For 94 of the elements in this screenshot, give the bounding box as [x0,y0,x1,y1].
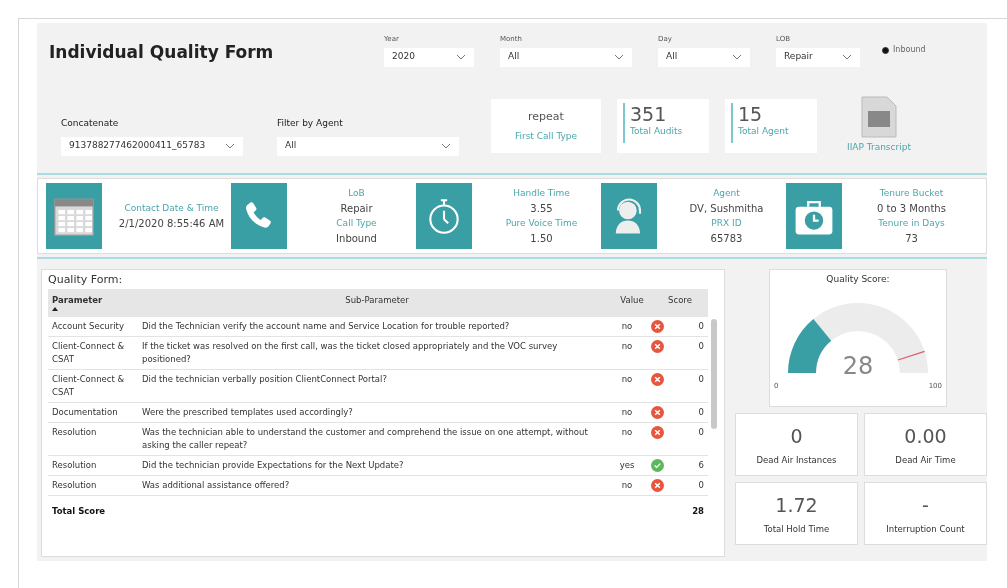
total-score: 28 [691,504,705,518]
document-icon[interactable] [858,95,899,140]
card-title: Quality Score: [826,273,890,286]
dropdown[interactable]: All [277,136,459,156]
table-cell-text: Were the prescribed templates used accordingly? [142,406,354,419]
filter-label: Filter by Agent [277,117,344,131]
info-label: Call Type [336,217,377,230]
column-header[interactable]: Parameter [52,294,103,307]
scrollbar[interactable] [711,319,717,429]
info-value: 1.50 [530,232,553,246]
table-cell-text: 0 [697,426,705,439]
table-cell-text: Did the technician verbally position ClientConnect Portal? [142,373,388,386]
kpi-value: 15 [738,103,764,126]
info-value: Inbound [336,232,377,246]
table-cell-text: 6 [697,459,705,472]
info-value: 65783 [710,232,743,246]
table-cell-text: Did the technician provide Expectations for the Next Update? [142,459,405,472]
table-cell-text: no [620,406,634,419]
table-cell-text: no [620,426,634,439]
table-cell-text: no [620,479,634,492]
info-label: Tenure in Days [878,217,945,230]
stat-label: Dead Air Instances [756,454,837,468]
column-header[interactable]: Score [668,294,692,307]
column-header[interactable]: Value [620,294,644,307]
stat-value: 1.72 [775,492,818,518]
dropdown[interactable]: Repair [776,47,860,67]
info-value: 73 [905,232,918,246]
table-cell-text: 0 [697,373,705,386]
info-label: Tenure Bucket [879,187,944,200]
table-cell-text: no [620,373,634,386]
kpi-label: First Call Type [514,130,578,144]
stat-label: Total Hold Time [763,523,830,537]
table-cell-text: Resolution [51,479,98,492]
table-cell-text: If the ticket was resolved on the first call, was the ticket closed appropriately and the VOC survey positioned? [142,340,559,366]
info-label: Pure Voice Time [505,217,578,230]
info-label: Handle Time [513,187,570,200]
panel-title: Quality Form: [48,272,124,288]
total-label: Total Score [51,504,107,518]
stat-value: 0.00 [904,423,947,449]
info-label: PRX ID [711,217,742,230]
table-cell-text: Was the technician able to understand the customer and comprehend the issue on one attempt, without asking the caller repeat? [142,426,589,452]
sort-arrow-icon [52,306,58,311]
headset-person-icon [601,183,657,249]
dropdown[interactable]: 2020 [384,47,474,67]
dropdown[interactable]: 913788277462000411_65783 [61,136,243,156]
info-value: DV, Sushmitha [689,202,764,216]
info-label: Agent [713,187,740,200]
stat-label: Dead Air Time [895,454,956,468]
chevron-down-icon [456,54,466,60]
chevron-down-icon [842,54,852,60]
kpi-label: Total Audits [630,125,683,139]
info-label: LoB [348,187,365,200]
chevron-down-icon [614,54,624,60]
stopwatch-icon [416,183,472,249]
table-cell-text: Was additional assistance offered? [142,479,291,492]
chevron-down-icon [225,143,235,150]
table-cell-text: Client-Connect & CSAT [51,340,126,366]
table-cell-text: no [620,320,634,333]
info-value: 3.55 [530,202,553,216]
phone-icon [231,183,287,249]
info-label: Contact Date & Time [124,202,219,215]
stat-label: Interruption Count [886,523,965,537]
table-cell-text: yes [618,459,636,472]
dropdown[interactable]: All [500,47,632,67]
chevron-down-icon [441,143,451,150]
table-cell-text: Account Security [51,320,125,333]
gauge-value: 28 [842,351,874,382]
stat-value: - [922,492,929,518]
table-cell-text: Resolution [51,459,98,472]
table-cell-text: 0 [697,479,705,492]
info-value: 2/1/2020 8:55:46 AM [118,217,225,231]
stat-value: 0 [790,423,803,449]
chevron-down-icon [732,54,742,60]
filter-label: Concatenate [61,117,120,131]
kpi-value: 351 [630,103,668,126]
table-cell-text: Resolution [51,426,98,439]
kpi-label: Total Agent [738,125,789,139]
column-header[interactable]: Sub-Parameter [345,294,409,307]
gauge-target-marker [896,350,925,361]
page-title: Individual Quality Form [49,41,275,64]
briefcase-clock-icon [786,183,842,249]
table-cell-text: no [620,340,634,353]
kpi-value: repeat [528,108,564,125]
radio-option[interactable]: Inbound [882,44,926,56]
info-value: 0 to 3 Months [877,202,946,216]
table-cell-text: Client-Connect & CSAT [51,373,126,399]
calendar-icon [46,183,102,249]
info-value: Repair [340,202,373,216]
table-cell-text: Did the Technician verify the account name and Service Location for trouble reported? [142,320,511,333]
dropdown[interactable]: All [658,47,750,67]
table-cell-text: Documentation [51,406,119,419]
table-cell-text: 0 [697,340,705,353]
table-cell-text: 0 [697,320,705,333]
table-cell-text: 0 [697,406,705,419]
